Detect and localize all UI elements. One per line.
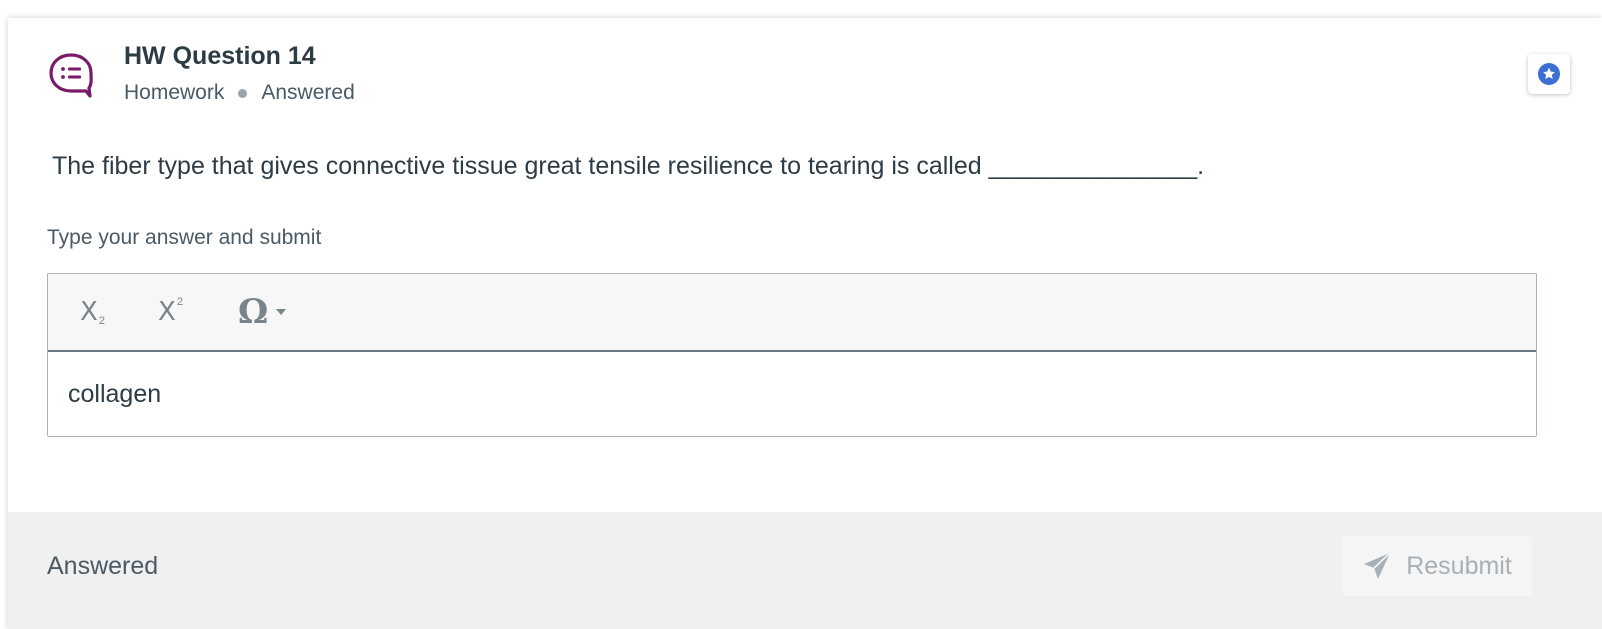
answer-editor: X2 X2 Ω collagen: [47, 273, 1537, 437]
status-label: Answered: [261, 81, 355, 104]
special-characters-dropdown[interactable]: Ω: [238, 292, 287, 332]
footer-status: Answered: [47, 552, 159, 580]
page-title: HW Question 14: [124, 42, 316, 70]
chevron-down-icon: [276, 309, 287, 315]
question-card: HW Question 14 Homework Answered The fib…: [8, 18, 1602, 629]
subscript-button[interactable]: X2: [80, 292, 105, 332]
star-icon: [1538, 63, 1560, 85]
editor-toolbar: X2 X2 Ω: [48, 274, 1536, 352]
chat-list-icon: [48, 52, 94, 98]
omega-icon: Ω: [238, 292, 269, 332]
superscript-button[interactable]: X2: [158, 292, 183, 332]
paper-plane-icon: [1364, 552, 1391, 579]
category-label: Homework: [124, 81, 225, 104]
question-meta: Homework Answered: [124, 81, 355, 105]
answer-prompt: Type your answer and submit: [47, 226, 322, 249]
question-text: The fiber type that gives connective tis…: [52, 152, 1205, 180]
separator-dot: [238, 88, 248, 98]
bookmark-button[interactable]: [1528, 54, 1570, 94]
question-footer: Answered Resubmit: [8, 512, 1602, 629]
answer-input[interactable]: collagen: [48, 352, 1536, 436]
resubmit-button[interactable]: Resubmit: [1342, 536, 1532, 596]
